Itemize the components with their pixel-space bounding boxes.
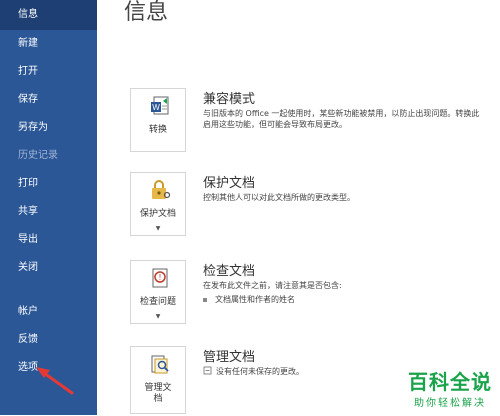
- protect-doc-title: 保护文档: [203, 176, 256, 191]
- protect-doc-button[interactable]: 保护文档 ▼: [130, 172, 186, 236]
- no-unsaved-changes-icon: [203, 366, 212, 375]
- chevron-down-icon: ▼: [155, 225, 161, 232]
- inspect-doc-title: 检查文档: [203, 264, 256, 279]
- convert-label: 转换: [148, 125, 167, 135]
- nav-save[interactable]: 保存: [0, 93, 97, 107]
- nav-save-as[interactable]: 另存为: [0, 121, 97, 135]
- inspect-bullet: 文档属性和作者的姓名: [203, 294, 295, 305]
- word-convert-icon: W: [151, 96, 169, 115]
- manage-doc-label: 管理文 档: [131, 383, 185, 405]
- nav-new[interactable]: 新建: [0, 37, 97, 51]
- protect-doc-desc: 控制其他人可以对此文档所做的更改类型。: [203, 193, 355, 202]
- compat-mode-section: W 转换 兼容模式 与旧版本的 Office 一起使用时，某些新功能被禁用，以防…: [130, 88, 500, 158]
- nav-account[interactable]: 帐户: [0, 305, 97, 319]
- nav-open[interactable]: 打开: [0, 65, 97, 79]
- nav-history: 历史记录: [18, 150, 58, 161]
- compat-mode-desc-line2: 启用这些功能，但可能会导致布局更改。: [203, 120, 347, 129]
- watermark-main: 百科全说: [408, 370, 492, 394]
- nav-feedback[interactable]: 反馈: [0, 333, 97, 347]
- watermark-sub: 助你轻松解决: [414, 398, 486, 409]
- manage-doc-label-line2: 档: [153, 394, 163, 404]
- nav-print[interactable]: 打印: [0, 177, 97, 191]
- svg-text:W: W: [152, 103, 160, 112]
- backstage-sidebar: 信息 新建 打开 保存 另存为 历史记录 打印 共享 导出 关闭 帐户 反馈 选…: [0, 0, 97, 415]
- nav-options[interactable]: 选项: [0, 361, 97, 375]
- inspect-doc-section: ! 检查问题 ▼ 检查文档 在发布此文件之前，请注意其是否包含: 文档属性和作者…: [130, 260, 500, 330]
- inspect-bullet-text: 文档属性和作者的姓名: [215, 295, 295, 304]
- protect-doc-section: 保护文档 ▼ 保护文档 控制其他人可以对此文档所做的更改类型。: [130, 172, 500, 242]
- lock-key-icon: [152, 180, 171, 199]
- inspect-document-icon: !: [152, 268, 168, 288]
- compat-mode-desc: 与旧版本的 Office 一起使用时，某些新功能被禁用，以防止出现问题。转换此 …: [203, 108, 479, 130]
- nav-share[interactable]: 共享: [0, 205, 97, 219]
- compat-mode-title: 兼容模式: [203, 92, 256, 107]
- compat-mode-desc-line1: 与旧版本的 Office 一起使用时，某些新功能被禁用，以防止出现问题。转换此: [203, 109, 480, 118]
- convert-button[interactable]: W 转换: [130, 88, 186, 152]
- check-issues-label: 检查问题: [139, 297, 176, 307]
- manage-doc-label-line1: 管理文: [144, 383, 172, 393]
- chevron-down-icon: ▼: [155, 313, 161, 320]
- nav-export[interactable]: 导出: [0, 233, 97, 247]
- check-issues-button[interactable]: ! 检查问题 ▼: [130, 260, 186, 324]
- page-title: 信息: [124, 0, 169, 25]
- inspect-doc-desc: 在发布此文件之前，请注意其是否包含:: [203, 281, 342, 290]
- nav-info[interactable]: 信息: [0, 0, 97, 30]
- bullet-square-icon: [203, 297, 207, 302]
- protect-doc-label: 保护文档: [139, 209, 176, 219]
- nav-close[interactable]: 关闭: [0, 261, 97, 275]
- manage-doc-desc: 没有任何未保存的更改。: [203, 366, 304, 377]
- manage-doc-desc-text: 没有任何未保存的更改。: [216, 367, 304, 376]
- svg-text:!: !: [159, 273, 161, 282]
- watermark-logo: 百科全说 助你轻松解决: [408, 370, 492, 409]
- manage-doc-button[interactable]: 管理文 档: [130, 346, 186, 414]
- manage-doc-title: 管理文档: [203, 350, 256, 365]
- manage-document-icon: [151, 355, 169, 374]
